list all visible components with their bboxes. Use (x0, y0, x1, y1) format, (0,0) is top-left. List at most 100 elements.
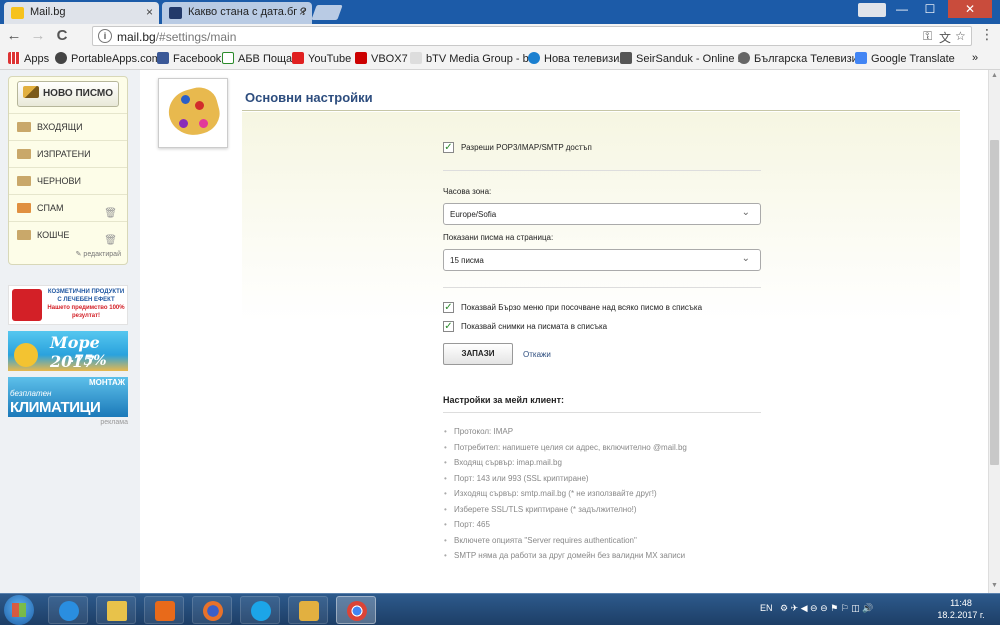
list-item: Протокол: IMAP (443, 427, 761, 443)
ad-banner-air-conditioners[interactable]: МОНТАЖ безплатен КЛИМАТИЦИ (8, 377, 128, 417)
vbox7-icon (355, 52, 367, 64)
bookmark-apps[interactable]: Apps (8, 52, 49, 65)
page-icon (410, 52, 422, 64)
maximize-button[interactable]: ☐ (916, 0, 944, 18)
folder-spam[interactable]: СПАМ 🗑 (9, 194, 127, 221)
pop-access-checkbox[interactable]: ✓ (443, 142, 454, 153)
facebook-icon (157, 52, 169, 64)
internet-explorer-icon (59, 601, 79, 621)
close-tab-icon[interactable]: × (146, 5, 153, 19)
bookmark-portableapps[interactable]: PortableApps.com (55, 52, 161, 65)
folder-sent[interactable]: ИЗПРАТЕНИ (9, 140, 127, 167)
close-window-button[interactable]: ✕ (948, 0, 992, 18)
divider (443, 170, 761, 171)
show-images-checkbox[interactable]: ✓ (443, 321, 454, 332)
ad-banner-sea[interactable]: Море 2017 -75% (8, 331, 128, 371)
bookmark-nova[interactable]: Нова телевизия (528, 52, 625, 65)
scroll-up-icon[interactable]: ▲ (991, 72, 998, 79)
cancel-link[interactable]: Откажи (523, 350, 551, 359)
trash-folder-icon (17, 230, 31, 240)
list-item: Включете опцията "Server requires authen… (443, 536, 761, 552)
divider (242, 110, 960, 111)
timezone-select[interactable]: Europe/Sofia ⌄ (443, 203, 761, 225)
bookmark-bnt[interactable]: Българска Телевизия (738, 52, 864, 65)
chrome-icon (347, 601, 367, 621)
quick-menu-checkbox[interactable]: ✓ (443, 302, 454, 313)
drafts-icon (17, 176, 31, 186)
bookmark-seirsanduk[interactable]: SeirSanduk - Online B (620, 52, 745, 65)
folder-label: КОШЧЕ (37, 230, 70, 240)
empty-trash-icon[interactable]: 🗑 (104, 228, 117, 254)
back-button[interactable]: ← (4, 26, 24, 46)
taskbar-media-player[interactable] (144, 596, 184, 624)
firefox-icon (203, 601, 223, 621)
system-clock[interactable]: 11:48 18.2.2017 г. (930, 597, 992, 621)
ad-banner-data-color[interactable]: КОЗМЕТИЧНИ ПРОДУКТИ С ЛЕЧЕБЕН ЕФЕКТ Наше… (8, 285, 128, 325)
save-button[interactable]: ЗАПАЗИ (443, 343, 513, 365)
new-tab-button[interactable] (311, 5, 343, 20)
list-item: Входящ сървър: imap.mail.bg (443, 458, 761, 474)
address-bar[interactable]: i mail.bg/#settings/main ⚿ 文 ☆ (92, 26, 972, 46)
taskbar-app[interactable] (288, 596, 328, 624)
pencil-app-icon (299, 601, 319, 621)
browser-toolbar: ← → C i mail.bg/#settings/main ⚿ 文 ☆ ⋮ (0, 24, 1000, 48)
bookmark-facebook[interactable]: Facebook (157, 52, 221, 65)
pencil-icon (22, 86, 39, 98)
more-bookmarks-button[interactable]: » (972, 52, 978, 64)
chevron-down-icon: ⌄ (741, 207, 750, 218)
page-scrollbar[interactable]: ▲ ▼ (988, 70, 1000, 593)
forward-button[interactable]: → (28, 26, 48, 46)
quick-menu-label: Показвай Бързо меню при посочване над вс… (461, 303, 703, 312)
profile-button[interactable] (858, 3, 886, 17)
ad-text: МОНТАЖ (88, 378, 125, 387)
folder-trash[interactable]: КОШЧЕ 🗑 (9, 221, 127, 248)
abv-icon (222, 52, 234, 64)
tray-icons[interactable]: ⚙ ✈ ◀ ⊖ ⊖ ⚑ ⚐ ◫ 🔊 (780, 603, 873, 614)
spam-icon (17, 203, 31, 213)
divider (443, 287, 761, 288)
minimize-button[interactable]: — (888, 0, 916, 18)
taskbar-internet-explorer[interactable] (48, 596, 88, 624)
folder-label: ЧЕРНОВИ (37, 176, 81, 186)
tab-data-bg[interactable]: Какво стана с дата.бг ? × (162, 2, 312, 24)
tab-mail-bg[interactable]: Mail.bg × (4, 2, 159, 24)
chrome-menu-icon[interactable]: ⋮ (980, 26, 994, 43)
site-info-icon[interactable]: i (98, 29, 112, 43)
scroll-down-icon[interactable]: ▼ (991, 582, 998, 589)
key-icon[interactable]: ⚿ (923, 29, 932, 44)
settings-content: Основни настройки ✓ Разреши POP3/IMAP/SM… (140, 70, 988, 593)
language-indicator[interactable]: EN (760, 603, 773, 613)
bookmark-btv[interactable]: bTV Media Group - b (410, 52, 529, 65)
scrollbar-thumb[interactable] (990, 140, 999, 465)
bookmark-abv[interactable]: АБВ Поща (222, 52, 292, 65)
new-mail-button[interactable]: НОВО ПИСМО (17, 81, 119, 107)
close-tab-icon[interactable]: × (299, 5, 306, 19)
folder-label: СПАМ (37, 203, 64, 213)
tab-title: Mail.bg (30, 6, 66, 18)
bookmark-star-icon[interactable]: ☆ (955, 29, 966, 43)
apps-grid-icon (8, 52, 20, 64)
taskbar-skype[interactable] (240, 596, 280, 624)
google-translate-icon (855, 52, 867, 64)
media-player-icon (155, 601, 175, 621)
timezone-label: Часова зона: (443, 187, 492, 196)
list-item: Порт: 465 (443, 520, 761, 536)
skype-icon (251, 601, 271, 621)
folder-drafts[interactable]: ЧЕРНОВИ (9, 167, 127, 194)
bookmark-youtube[interactable]: YouTube (292, 52, 351, 65)
tab-title: Какво стана с дата.бг ? (188, 6, 307, 18)
reload-button[interactable]: C (52, 26, 72, 46)
inbox-icon (17, 122, 31, 132)
translate-icon[interactable]: 文 (939, 29, 951, 46)
taskbar-explorer[interactable] (96, 596, 136, 624)
folder-inbox[interactable]: ВХОДЯЩИ (9, 113, 127, 140)
bookmark-vbox7[interactable]: VBOX7 (355, 52, 408, 65)
mail-client-settings-title: Настройки за мейл клиент: (443, 395, 564, 405)
per-page-label: Показани писма на страница: (443, 233, 554, 242)
bookmark-google-translate[interactable]: Google Translate (855, 52, 955, 65)
start-button[interactable] (4, 595, 34, 625)
taskbar-chrome[interactable] (336, 596, 376, 624)
per-page-select[interactable]: 15 писма ⌄ (443, 249, 761, 271)
taskbar-firefox[interactable] (192, 596, 232, 624)
settings-palette-icon (158, 78, 228, 148)
